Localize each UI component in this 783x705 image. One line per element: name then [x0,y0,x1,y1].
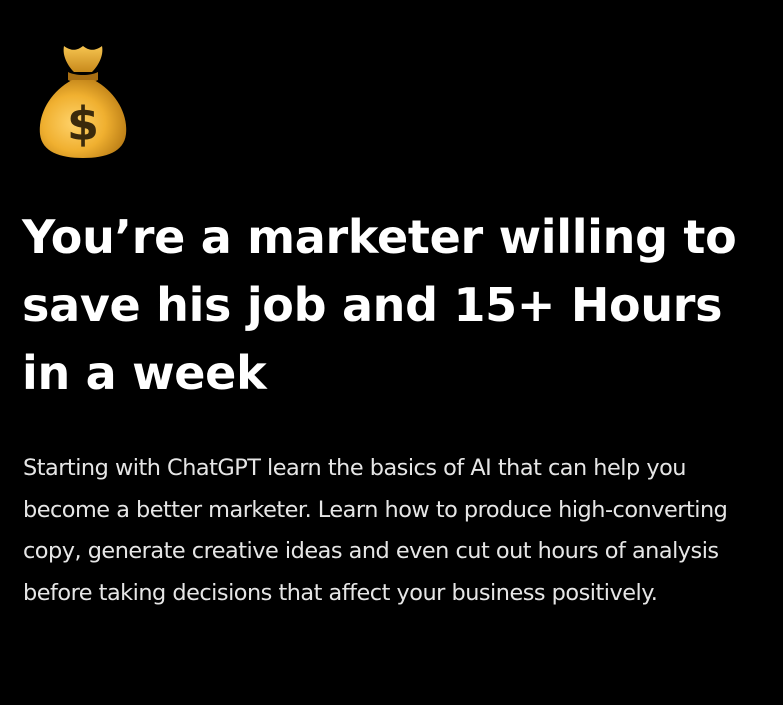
description-text: Starting with ChatGPT learn the basics o… [23,455,728,606]
hero-section: $ You’re a marketer willing to save his … [0,0,783,705]
money-bag-icon: $ [36,42,130,160]
headline: You’re a marketer willing to save his jo… [22,210,737,400]
svg-text:$: $ [67,97,99,151]
